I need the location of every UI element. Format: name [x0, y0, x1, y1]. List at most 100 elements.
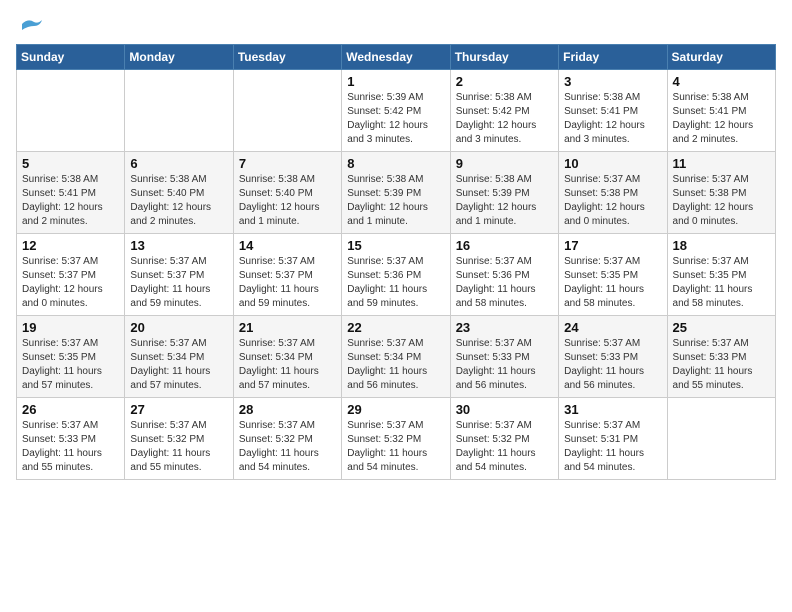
day-number: 12	[22, 238, 119, 253]
day-number: 17	[564, 238, 661, 253]
day-header-thursday: Thursday	[450, 45, 558, 70]
calendar-day-3: 3Sunrise: 5:38 AM Sunset: 5:41 PM Daylig…	[559, 70, 667, 152]
calendar-week-row: 19 Sunrise: 5:37 AM Sunset: 5:35 PM Dayli…	[17, 316, 776, 398]
day-number: 25	[673, 320, 770, 335]
empty-cell	[17, 70, 125, 152]
day-info: Sunrise: 5:37 AM Sunset: 5:33 PM Dayligh…	[673, 337, 770, 393]
calendar-day-2: 2 Sunrise: 5:38 AM Sunset: 5:42 PM Daylig…	[450, 70, 558, 152]
calendar-day-16: 16 Sunrise: 5:37 AM Sunset: 5:36 PM Dayli…	[450, 234, 558, 316]
calendar-week-row: 26 Sunrise: 5:37 AM Sunset: 5:33 PM Dayli…	[17, 398, 776, 480]
day-number: 26	[22, 402, 119, 417]
logo	[16, 16, 42, 32]
calendar-day-15: 15Sunrise: 5:37 AM Sunset: 5:36 PM Dayli…	[342, 234, 450, 316]
day-number: 9	[456, 156, 553, 171]
day-number: 3	[564, 74, 661, 89]
calendar-day-20: 20 Sunrise: 5:37 AM Sunset: 5:34 PM Dayli…	[125, 316, 233, 398]
calendar-day-7: 7 Sunrise: 5:38 AM Sunset: 5:40 PM Daylig…	[233, 152, 341, 234]
day-info: Sunrise: 5:37 AM Sunset: 5:33 PM Dayligh…	[564, 337, 661, 393]
calendar-day-23: 23Sunrise: 5:37 AM Sunset: 5:33 PM Dayli…	[450, 316, 558, 398]
day-header-sunday: Sunday	[17, 45, 125, 70]
calendar-day-12: 12Sunrise: 5:37 AM Sunset: 5:37 PM Dayli…	[17, 234, 125, 316]
day-info: Sunrise: 5:38 AM Sunset: 5:40 PM Dayligh…	[239, 173, 336, 229]
day-info: Sunrise: 5:38 AM Sunset: 5:39 PM Dayligh…	[347, 173, 444, 229]
day-number: 2	[456, 74, 553, 89]
day-info: Sunrise: 5:37 AM Sunset: 5:34 PM Dayligh…	[347, 337, 444, 393]
day-info: Sunrise: 5:37 AM Sunset: 5:32 PM Dayligh…	[239, 419, 336, 475]
calendar-day-13: 13Sunrise: 5:37 AM Sunset: 5:37 PM Dayli…	[125, 234, 233, 316]
calendar-day-21: 21Sunrise: 5:37 AM Sunset: 5:34 PM Dayli…	[233, 316, 341, 398]
day-info: Sunrise: 5:38 AM Sunset: 5:40 PM Dayligh…	[130, 173, 227, 229]
day-header-saturday: Saturday	[667, 45, 775, 70]
day-info: Sunrise: 5:37 AM Sunset: 5:34 PM Dayligh…	[239, 337, 336, 393]
day-info: Sunrise: 5:37 AM Sunset: 5:31 PM Dayligh…	[564, 419, 661, 475]
calendar-header-row: SundayMondayTuesdayWednesdayThursdayFrid…	[17, 45, 776, 70]
calendar-table: SundayMondayTuesdayWednesdayThursdayFrid…	[16, 44, 776, 480]
calendar-week-row: 5 Sunrise: 5:38 AM Sunset: 5:41 PM Daylig…	[17, 152, 776, 234]
day-number: 22	[347, 320, 444, 335]
day-info: Sunrise: 5:38 AM Sunset: 5:41 PM Dayligh…	[22, 173, 119, 229]
calendar-day-29: 29 Sunrise: 5:37 AM Sunset: 5:32 PM Dayli…	[342, 398, 450, 480]
day-info: Sunrise: 5:37 AM Sunset: 5:33 PM Dayligh…	[22, 419, 119, 475]
calendar-day-22: 22 Sunrise: 5:37 AM Sunset: 5:34 PM Dayli…	[342, 316, 450, 398]
day-info: Sunrise: 5:38 AM Sunset: 5:42 PM Dayligh…	[456, 91, 553, 147]
day-number: 10	[564, 156, 661, 171]
calendar-day-10: 10 Sunrise: 5:37 AM Sunset: 5:38 PM Dayli…	[559, 152, 667, 234]
day-number: 30	[456, 402, 553, 417]
calendar-day-4: 4Sunrise: 5:38 AM Sunset: 5:41 PM Daylig…	[667, 70, 775, 152]
calendar-day-5: 5 Sunrise: 5:38 AM Sunset: 5:41 PM Daylig…	[17, 152, 125, 234]
day-header-wednesday: Wednesday	[342, 45, 450, 70]
page-header	[16, 16, 776, 32]
logo-bird-icon	[20, 16, 42, 32]
day-number: 23	[456, 320, 553, 335]
day-number: 19	[22, 320, 119, 335]
day-number: 16	[456, 238, 553, 253]
day-number: 5	[22, 156, 119, 171]
calendar-week-row: 12 Sunrise: 5:37 AM Sunset: 5:37 PM Dayli…	[17, 234, 776, 316]
calendar-day-30: 30Sunrise: 5:37 AM Sunset: 5:32 PM Dayli…	[450, 398, 558, 480]
day-number: 20	[130, 320, 227, 335]
day-info: Sunrise: 5:37 AM Sunset: 5:38 PM Dayligh…	[673, 173, 770, 229]
day-number: 6	[130, 156, 227, 171]
day-header-monday: Monday	[125, 45, 233, 70]
calendar-day-28: 28 Sunrise: 5:37 AM Sunset: 5:32 PM Dayli…	[233, 398, 341, 480]
day-number: 18	[673, 238, 770, 253]
empty-cell	[125, 70, 233, 152]
calendar-week-row: 1Sunrise: 5:39 AM Sunset: 5:42 PM Daylig…	[17, 70, 776, 152]
empty-cell	[233, 70, 341, 152]
day-header-friday: Friday	[559, 45, 667, 70]
day-number: 29	[347, 402, 444, 417]
calendar-day-6: 6 Sunrise: 5:38 AM Sunset: 5:40 PM Daylig…	[125, 152, 233, 234]
day-info: Sunrise: 5:38 AM Sunset: 5:39 PM Dayligh…	[456, 173, 553, 229]
day-number: 11	[673, 156, 770, 171]
calendar-day-27: 27Sunrise: 5:37 AM Sunset: 5:32 PM Dayli…	[125, 398, 233, 480]
calendar-day-9: 9 Sunrise: 5:38 AM Sunset: 5:39 PM Daylig…	[450, 152, 558, 234]
calendar-day-14: 14 Sunrise: 5:37 AM Sunset: 5:37 PM Dayli…	[233, 234, 341, 316]
day-number: 4	[673, 74, 770, 89]
calendar-day-26: 26 Sunrise: 5:37 AM Sunset: 5:33 PM Dayli…	[17, 398, 125, 480]
day-info: Sunrise: 5:37 AM Sunset: 5:34 PM Dayligh…	[130, 337, 227, 393]
calendar-day-24: 24 Sunrise: 5:37 AM Sunset: 5:33 PM Dayli…	[559, 316, 667, 398]
calendar-day-8: 8Sunrise: 5:38 AM Sunset: 5:39 PM Daylig…	[342, 152, 450, 234]
day-number: 14	[239, 238, 336, 253]
calendar-day-1: 1Sunrise: 5:39 AM Sunset: 5:42 PM Daylig…	[342, 70, 450, 152]
day-number: 1	[347, 74, 444, 89]
empty-cell	[667, 398, 775, 480]
day-info: Sunrise: 5:37 AM Sunset: 5:35 PM Dayligh…	[673, 255, 770, 311]
day-number: 7	[239, 156, 336, 171]
day-info: Sunrise: 5:37 AM Sunset: 5:37 PM Dayligh…	[239, 255, 336, 311]
day-info: Sunrise: 5:37 AM Sunset: 5:32 PM Dayligh…	[347, 419, 444, 475]
day-info: Sunrise: 5:37 AM Sunset: 5:36 PM Dayligh…	[347, 255, 444, 311]
calendar-day-17: 17 Sunrise: 5:37 AM Sunset: 5:35 PM Dayli…	[559, 234, 667, 316]
day-number: 24	[564, 320, 661, 335]
calendar-day-19: 19 Sunrise: 5:37 AM Sunset: 5:35 PM Dayli…	[17, 316, 125, 398]
day-number: 28	[239, 402, 336, 417]
day-number: 13	[130, 238, 227, 253]
day-info: Sunrise: 5:37 AM Sunset: 5:35 PM Dayligh…	[564, 255, 661, 311]
calendar-day-18: 18 Sunrise: 5:37 AM Sunset: 5:35 PM Dayli…	[667, 234, 775, 316]
day-info: Sunrise: 5:37 AM Sunset: 5:38 PM Dayligh…	[564, 173, 661, 229]
day-header-tuesday: Tuesday	[233, 45, 341, 70]
calendar-day-25: 25 Sunrise: 5:37 AM Sunset: 5:33 PM Dayli…	[667, 316, 775, 398]
day-number: 31	[564, 402, 661, 417]
day-info: Sunrise: 5:37 AM Sunset: 5:36 PM Dayligh…	[456, 255, 553, 311]
day-info: Sunrise: 5:37 AM Sunset: 5:35 PM Dayligh…	[22, 337, 119, 393]
